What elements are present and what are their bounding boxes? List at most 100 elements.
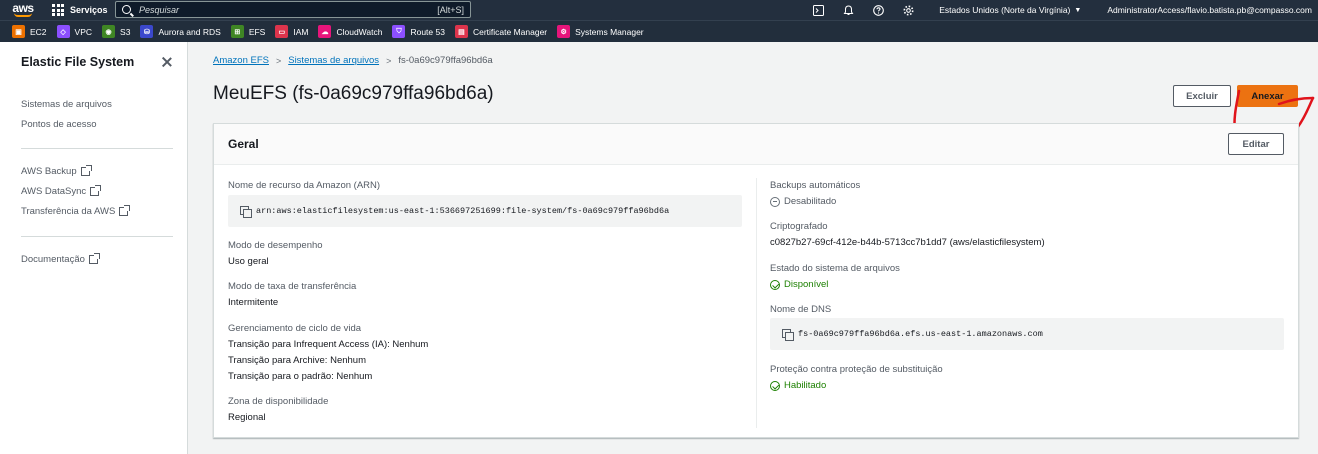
chevron-right-icon: > (386, 55, 392, 66)
lifecycle-label: Gerenciamento de ciclo de vida (228, 323, 362, 334)
services-label: Serviços (70, 5, 108, 15)
attach-button[interactable]: Anexar (1237, 85, 1298, 107)
throughput-mode-value: Intermitente (228, 297, 279, 308)
favorite-label: VPC (74, 26, 93, 37)
replication-protection-status: Habilitado (770, 380, 826, 391)
external-link-icon (90, 185, 102, 196)
aws-smile-icon (14, 13, 32, 17)
sidebar-item-aws-backup[interactable]: AWS Backup (21, 165, 92, 177)
iam-icon: ▭ (275, 25, 289, 38)
aws-logo[interactable]: aws (0, 0, 40, 20)
dns-name-box: fs-0a69c979ffa96bd6a.efs.us-east-1.amazo… (770, 318, 1284, 350)
sidebar-item-label: Documentação (21, 254, 85, 265)
file-system-state-status: Disponível (770, 279, 828, 290)
favorite-iam[interactable]: ▭ IAM (275, 25, 308, 38)
certificate-manager-icon: ▤ (454, 25, 468, 38)
success-check-icon (770, 279, 780, 290)
panel-title: Geral (228, 137, 259, 151)
search-shortcut: [Alt+S] (437, 4, 464, 15)
nav-right: Estados Unidos (Norte da Virgínia) ▼ Adm… (803, 0, 1318, 20)
help-icon[interactable] (863, 0, 893, 20)
performance-mode-value: Uso geral (228, 256, 269, 267)
throughput-mode-label: Modo de taxa de transferência (228, 281, 357, 292)
top-navigation: aws Serviços [Alt+S] Estados Unidos (Nor… (0, 0, 1318, 20)
sidebar-item-file-systems[interactable]: Sistemas de arquivos (21, 99, 112, 110)
breadcrumb-amazon-efs[interactable]: Amazon EFS (213, 55, 269, 66)
services-menu-button[interactable]: Serviços (52, 0, 108, 20)
favorite-label: EFS (248, 26, 266, 37)
favorite-rds[interactable]: ⛁ Aurora and RDS (140, 25, 221, 38)
favorite-vpc[interactable]: ◇ VPC (56, 25, 93, 38)
automatic-backups-status: Desabilitado (770, 196, 836, 207)
edit-button[interactable]: Editar (1228, 133, 1284, 155)
file-system-state-label: Estado do sistema de arquivos (770, 263, 900, 274)
chevron-right-icon: > (275, 55, 282, 66)
delete-button[interactable]: Excluir (1173, 85, 1231, 107)
lifecycle-standard: Transição para o padrão: Nenhum (228, 371, 373, 382)
settings-gear-icon[interactable] (893, 0, 923, 20)
breadcrumb: Amazon EFS > Sistemas de arquivos > fs-0… (213, 55, 493, 66)
notifications-bell-icon[interactable] (833, 0, 863, 20)
search-bar[interactable]: [Alt+S] (115, 1, 471, 18)
favorite-efs[interactable]: ⊞ EFS (230, 25, 266, 38)
replication-protection-value: Habilitado (784, 380, 827, 391)
sidebar-item-label: AWS Backup (21, 166, 77, 177)
favorite-ec2[interactable]: ▣ EC2 (12, 25, 47, 38)
lifecycle-ia: Transição para Infrequent Access (IA): N… (228, 339, 429, 350)
panel-header: Geral Editar (214, 124, 1298, 165)
favorite-label: Aurora and RDS (158, 26, 221, 37)
performance-mode-label: Modo de desempenho (228, 240, 323, 251)
arn-label: Nome de recurso da Amazon (ARN) (228, 180, 381, 191)
dns-name-label: Nome de DNS (770, 304, 832, 315)
cloudshell-icon[interactable] (803, 0, 833, 20)
general-panel: Geral Editar Nome de recurso da Amazon (… (213, 123, 1299, 438)
ec2-icon: ▣ (12, 25, 25, 38)
search-input[interactable] (139, 4, 438, 15)
availability-zone-value: Regional (228, 412, 266, 423)
favorite-s3[interactable]: ◉ S3 (102, 25, 130, 38)
sidebar-item-access-points[interactable]: Pontos de acesso (21, 119, 97, 130)
favorite-systems-manager[interactable]: ⚙ Systems Manager (557, 25, 644, 38)
availability-zone-label: Zona de disponibilidade (228, 396, 329, 407)
arn-value: arn:aws:elasticfilesystem:us-east-1:5366… (256, 206, 670, 216)
aws-logo-text: aws (12, 1, 34, 15)
favorites-bar: ▣ EC2 ◇ VPC ◉ S3 ⛁ Aurora and RDS ⊞ EFS … (0, 20, 1318, 42)
encrypted-label: Criptografado (770, 221, 828, 232)
s3-icon: ◉ (102, 25, 116, 38)
systems-manager-icon: ⚙ (557, 25, 571, 38)
file-system-state-value: Disponível (784, 279, 829, 290)
sidebar-item-aws-datasync[interactable]: AWS DataSync (21, 185, 102, 197)
arn-box: arn:aws:elasticfilesystem:us-east-1:5366… (228, 195, 742, 227)
account-menu[interactable]: AdministratorAccess/flavio.batista.pb@co… (1107, 5, 1312, 15)
sidebar-item-aws-transfer[interactable]: Transferência da AWS (21, 205, 131, 217)
region-selector[interactable]: Estados Unidos (Norte da Virgínia) ▼ (939, 5, 1081, 15)
external-link-icon (88, 253, 100, 264)
sidebar: Elastic File System Sistemas de arquivos… (0, 42, 188, 454)
favorite-label: Route 53 (410, 26, 445, 37)
disabled-status-icon (770, 196, 780, 207)
automatic-backups-value: Desabilitado (784, 196, 837, 207)
sidebar-item-label: Transferência da AWS (21, 206, 116, 217)
copy-icon[interactable] (240, 205, 252, 218)
favorite-label: CloudWatch (336, 26, 383, 37)
external-link-icon (80, 165, 92, 176)
favorite-label: IAM (293, 26, 309, 37)
favorite-cloudwatch[interactable]: ☁ CloudWatch (318, 25, 382, 38)
encrypted-value: c0827b27-69cf-412e-b44b-5713cc7b1dd7 (aw… (770, 237, 1045, 248)
sidebar-divider (21, 236, 173, 237)
favorite-label: S3 (120, 26, 131, 37)
favorite-route53[interactable]: ⛉ Route 53 (392, 25, 445, 38)
search-icon (122, 5, 131, 14)
breadcrumb-current: fs-0a69c979ffa96bd6a (398, 55, 493, 66)
sidebar-item-documentation[interactable]: Documentação (21, 253, 100, 265)
close-icon[interactable] (160, 55, 174, 69)
route53-icon: ⛉ (392, 25, 406, 38)
favorite-certificate-manager[interactable]: ▤ Certificate Manager (454, 25, 548, 38)
vpc-icon: ◇ (56, 25, 70, 38)
favorite-label: Certificate Manager (472, 26, 548, 37)
page-title: MeuEFS (fs-0a69c979ffa96bd6a) (213, 83, 494, 104)
copy-icon[interactable] (782, 328, 794, 341)
automatic-backups-label: Backups automáticos (770, 180, 861, 191)
caret-down-icon: ▼ (1074, 6, 1082, 14)
breadcrumb-file-systems[interactable]: Sistemas de arquivos (288, 55, 379, 66)
